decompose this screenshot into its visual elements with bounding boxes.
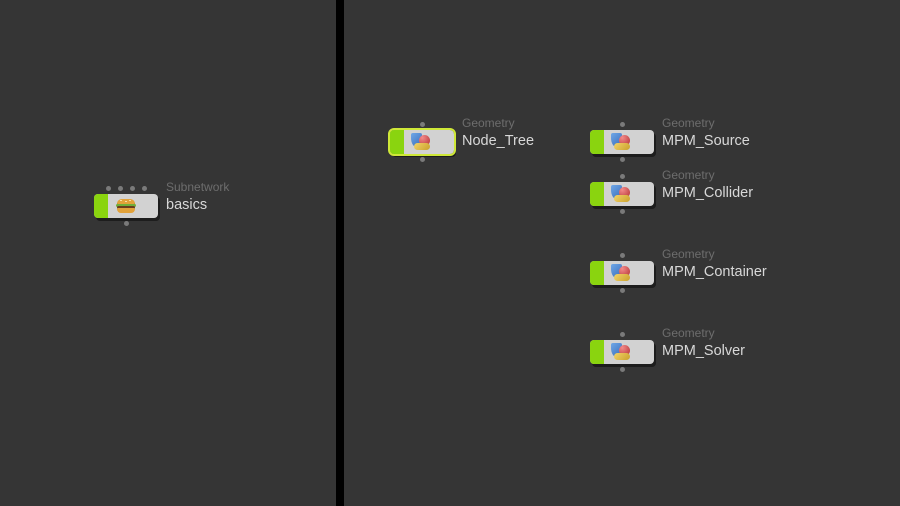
connector-dot[interactable] [620,288,625,293]
connector-dot[interactable] [130,186,135,191]
connector-dot[interactable] [106,186,111,191]
node-name-label: MPM_Collider [662,185,753,201]
node-inputs[interactable] [590,253,654,258]
node-name-label: basics [166,197,207,213]
node-body[interactable] [590,130,654,154]
node-type-label: Geometry [662,116,715,130]
display-flag[interactable] [390,130,404,154]
node-inputs[interactable] [590,332,654,337]
node-type-label: Geometry [462,116,515,130]
node-type-label: Geometry [662,326,715,340]
geometry-icon [611,132,633,152]
node-type-label: Geometry [662,247,715,261]
node-outputs[interactable] [390,157,454,162]
connector-dot[interactable] [118,186,123,191]
display-flag[interactable] [590,182,604,206]
connector-dot[interactable] [420,122,425,127]
node-mpm_solver[interactable]: GeometryMPM_Solver [590,340,654,364]
connector-dot[interactable] [620,209,625,214]
display-flag[interactable] [94,194,108,218]
connector-dot[interactable] [620,253,625,258]
node-type-label: Geometry [662,168,715,182]
display-flag[interactable] [590,130,604,154]
node-name-label: MPM_Source [662,133,750,149]
node-node_tree[interactable]: GeometryNode_Tree [390,130,454,154]
node-mpm_collider[interactable]: GeometryMPM_Collider [590,182,654,206]
node-body[interactable] [590,261,654,285]
geometry-icon [611,263,633,283]
node-outputs[interactable] [94,221,158,226]
node-name-label: MPM_Solver [662,343,745,359]
panel-divider[interactable] [336,0,344,506]
node-name-label: Node_Tree [462,133,534,149]
node-inputs[interactable] [94,186,158,191]
node-body[interactable] [590,340,654,364]
network-panel-left[interactable]: Subnetwork basics [0,0,336,506]
node-body[interactable] [390,130,454,154]
subnetwork-icon [117,199,135,213]
geometry-icon [611,184,633,204]
connector-dot[interactable] [620,157,625,162]
node-outputs[interactable] [590,288,654,293]
connector-dot[interactable] [620,367,625,372]
connector-dot[interactable] [420,157,425,162]
display-flag[interactable] [590,261,604,285]
node-type-label: Subnetwork [166,180,229,194]
node-name-label: MPM_Container [662,264,767,280]
connector-dot[interactable] [620,332,625,337]
node-outputs[interactable] [590,367,654,372]
node-inputs[interactable] [590,174,654,179]
node-outputs[interactable] [590,209,654,214]
connector-dot[interactable] [620,122,625,127]
geometry-icon [611,342,633,362]
node-inputs[interactable] [390,122,454,127]
display-flag[interactable] [590,340,604,364]
node-body[interactable] [590,182,654,206]
node-basics[interactable]: Subnetworkbasics [94,194,158,218]
network-panel-right[interactable]: GeometryNode_TreeGeometryMPM_SourceGeome… [344,0,900,506]
connector-dot[interactable] [142,186,147,191]
node-mpm_container[interactable]: GeometryMPM_Container [590,261,654,285]
node-outputs[interactable] [590,157,654,162]
node-mpm_source[interactable]: GeometryMPM_Source [590,130,654,154]
node-graph-viewport: Subnetworkbasics GeometryNode_TreeGeomet… [0,0,900,506]
node-body[interactable] [94,194,158,218]
geometry-icon [411,132,433,152]
connector-dot[interactable] [124,221,129,226]
node-inputs[interactable] [590,122,654,127]
connector-dot[interactable] [620,174,625,179]
